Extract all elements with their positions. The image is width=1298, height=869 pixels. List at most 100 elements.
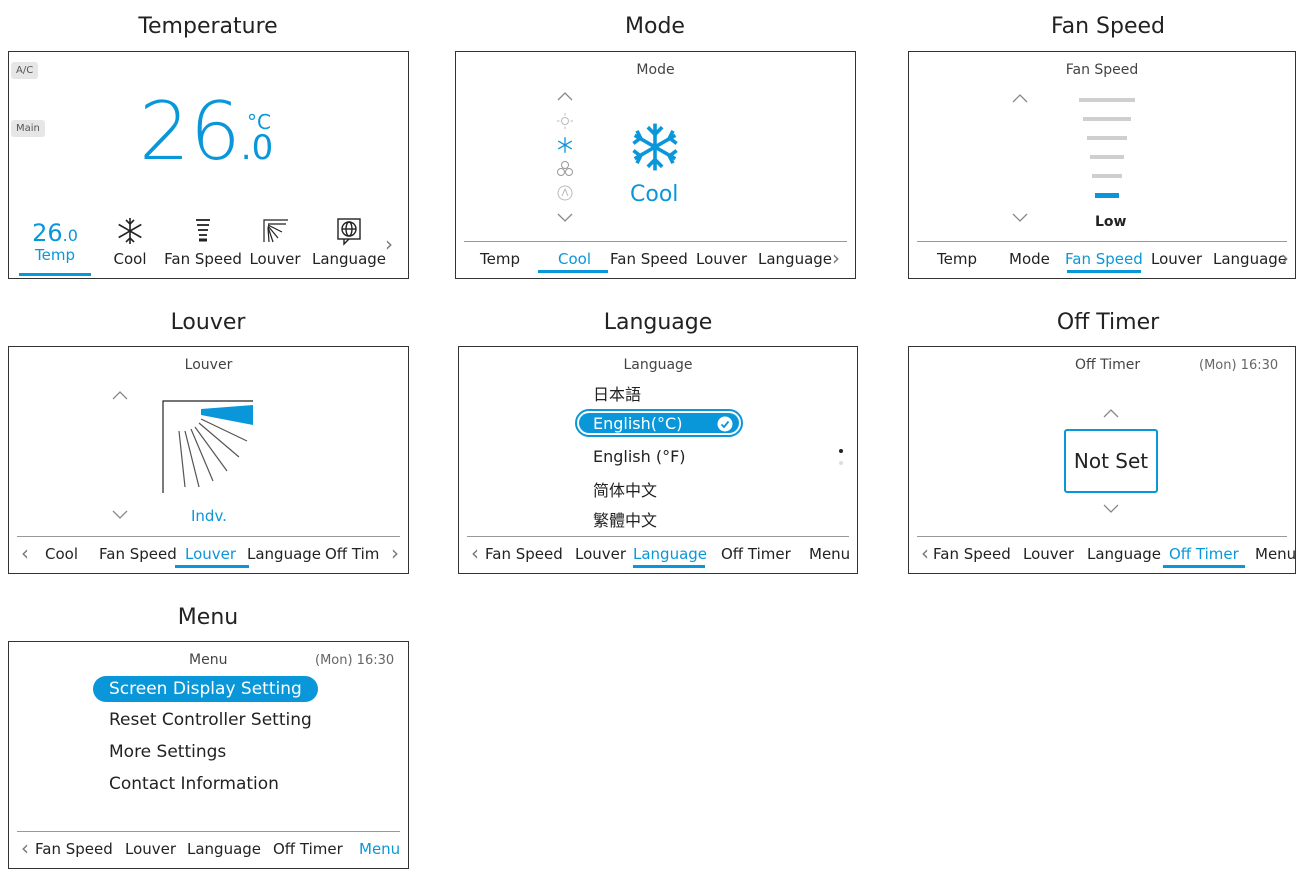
tab-cool[interactable]: Cool bbox=[45, 545, 78, 563]
temp-tab-value: 26 bbox=[32, 219, 63, 247]
caption-fan-speed: Fan Speed bbox=[1050, 14, 1166, 39]
chevron-up-icon[interactable] bbox=[111, 389, 129, 401]
menu-item[interactable]: More Settings bbox=[109, 742, 226, 762]
panel-title: Language bbox=[623, 357, 693, 373]
fan-level-bars bbox=[1079, 98, 1139, 198]
language-option[interactable]: 简体中文 bbox=[593, 477, 657, 501]
chevron-left-icon[interactable]: ‹ bbox=[921, 543, 929, 563]
louver-screen: Louver Indv. ‹ Cool Fan Speed Louver Lan… bbox=[8, 346, 409, 574]
tab-off-timer[interactable]: Off Timer bbox=[721, 545, 791, 563]
tab-off-timer[interactable]: Off Tim bbox=[325, 545, 379, 563]
auto-icon bbox=[557, 185, 573, 201]
tab-louver[interactable]: Louver bbox=[1151, 250, 1202, 268]
clock-display: (Mon) 16:30 bbox=[315, 653, 395, 668]
tab-menu[interactable]: Menu bbox=[359, 840, 400, 858]
temp-tab-temp[interactable]: 26.0 Temp bbox=[19, 220, 91, 276]
menu-item[interactable]: Contact Information bbox=[109, 774, 279, 794]
tab-louver[interactable]: Louver bbox=[575, 545, 626, 563]
language-option-selected[interactable]: English(°C) bbox=[575, 409, 743, 437]
panel-title: Louver bbox=[184, 357, 233, 373]
language-option[interactable]: 日本語 bbox=[593, 381, 641, 405]
chevron-right-icon[interactable]: › bbox=[832, 248, 840, 268]
temp-tab-language[interactable]: Language bbox=[309, 216, 389, 268]
tab-language[interactable]: Language bbox=[187, 840, 261, 858]
active-tab-underline bbox=[1067, 270, 1141, 273]
chevron-up-icon[interactable] bbox=[1011, 92, 1029, 104]
clock-display: (Mon) 16:30 bbox=[1199, 358, 1279, 373]
chevron-right-icon[interactable]: › bbox=[1281, 248, 1289, 268]
snowflake-icon bbox=[118, 218, 142, 244]
tab-menu[interactable]: Menu bbox=[809, 545, 850, 563]
temperature-screen: A/C Main 26.0 °C 26.0 Temp Cool Fan Spee… bbox=[8, 51, 409, 279]
fan-level-bar bbox=[1087, 136, 1127, 140]
tab-menu[interactable]: Menu bbox=[1255, 545, 1296, 563]
active-tab-underline bbox=[1163, 565, 1245, 568]
menu-screen: Menu (Mon) 16:30 Screen Display Setting … bbox=[8, 641, 409, 869]
caption-mode: Mode bbox=[625, 14, 685, 39]
chevron-left-icon[interactable]: ‹ bbox=[21, 838, 29, 858]
tab-fan-speed[interactable]: Fan Speed bbox=[610, 250, 688, 268]
fan-level-bar bbox=[1090, 155, 1124, 159]
tab-fan-speed[interactable]: Fan Speed bbox=[35, 840, 113, 858]
tab-temp[interactable]: Temp bbox=[937, 250, 977, 268]
chevron-left-icon[interactable]: ‹ bbox=[471, 543, 479, 563]
fan-level-label: Low bbox=[1095, 214, 1127, 230]
tab-temp[interactable]: Temp bbox=[480, 250, 520, 268]
tab-fan-speed[interactable]: Fan Speed bbox=[1065, 250, 1143, 268]
tab-off-timer[interactable]: Off Timer bbox=[1169, 545, 1239, 563]
chevron-down-icon[interactable] bbox=[1011, 212, 1029, 224]
caption-menu: Menu bbox=[177, 605, 239, 630]
chevron-left-icon[interactable]: ‹ bbox=[21, 543, 29, 563]
tab-bar: ‹ Cool Fan Speed Louver Language Off Tim… bbox=[17, 536, 400, 568]
tab-language[interactable]: Language bbox=[1087, 545, 1161, 563]
tab-bar: Temp Mode Fan Speed Louver Language › bbox=[917, 241, 1289, 273]
temp-tab-fan-speed[interactable]: Fan Speed bbox=[163, 216, 243, 268]
active-tab-underline bbox=[175, 565, 249, 568]
tab-fan-speed[interactable]: Fan Speed bbox=[99, 545, 177, 563]
off-timer-value: Not Set bbox=[1073, 449, 1149, 473]
chevron-right-icon[interactable]: › bbox=[391, 543, 399, 563]
louver-icon bbox=[263, 219, 288, 243]
chevron-down-icon[interactable] bbox=[111, 509, 129, 521]
chevron-up-icon[interactable] bbox=[556, 90, 574, 102]
chevron-up-icon[interactable] bbox=[1102, 407, 1120, 419]
off-timer-value-box[interactable]: Not Set bbox=[1064, 429, 1158, 493]
tab-language[interactable]: Language bbox=[758, 250, 832, 268]
tab-language[interactable]: Language bbox=[247, 545, 321, 563]
scroll-indicator[interactable] bbox=[839, 449, 843, 465]
fan-level-bar-active bbox=[1095, 193, 1119, 198]
language-option[interactable]: 繁體中文 bbox=[593, 507, 657, 531]
tab-bar: ‹ Fan Speed Louver Language Off Timer Me… bbox=[17, 831, 400, 862]
chevron-down-icon[interactable] bbox=[1102, 503, 1120, 515]
tab-louver[interactable]: Louver bbox=[696, 250, 747, 268]
tab-off-timer[interactable]: Off Timer bbox=[273, 840, 343, 858]
tab-language[interactable]: Language bbox=[1213, 250, 1287, 268]
sun-icon bbox=[557, 113, 573, 129]
fan-level-bar bbox=[1092, 174, 1122, 178]
mode-label: Cool bbox=[630, 182, 679, 207]
temp-tab-language-label: Language bbox=[311, 250, 387, 268]
tab-fan-speed[interactable]: Fan Speed bbox=[933, 545, 1011, 563]
chevron-down-icon[interactable] bbox=[556, 212, 574, 224]
tab-louver[interactable]: Louver bbox=[185, 545, 236, 563]
louver-direction-diagram bbox=[162, 400, 253, 493]
ac-badge: A/C bbox=[11, 62, 39, 79]
temp-tab-louver-label: Louver bbox=[249, 250, 301, 268]
caption-language: Language bbox=[603, 310, 713, 335]
language-option[interactable]: English (°F) bbox=[593, 447, 686, 466]
temp-tab-decimal: .0 bbox=[62, 226, 78, 245]
tab-fan-speed[interactable]: Fan Speed bbox=[485, 545, 563, 563]
next-arrow[interactable]: › bbox=[385, 232, 393, 256]
menu-item[interactable]: Reset Controller Setting bbox=[109, 710, 312, 730]
temp-tab-louver[interactable]: Louver bbox=[245, 216, 305, 268]
tab-louver[interactable]: Louver bbox=[125, 840, 176, 858]
tab-mode[interactable]: Mode bbox=[1009, 250, 1050, 268]
fan-speed-screen: Fan Speed Low Temp Mode Fan Speed Louver… bbox=[908, 51, 1296, 279]
menu-item-selected[interactable]: Screen Display Setting bbox=[93, 676, 318, 702]
temperature-unit: °C bbox=[247, 110, 271, 134]
tab-language[interactable]: Language bbox=[633, 545, 707, 563]
tab-cool[interactable]: Cool bbox=[558, 250, 591, 268]
tab-louver[interactable]: Louver bbox=[1023, 545, 1074, 563]
temp-tab-cool[interactable]: Cool bbox=[105, 216, 155, 268]
fan-icon bbox=[557, 161, 573, 176]
